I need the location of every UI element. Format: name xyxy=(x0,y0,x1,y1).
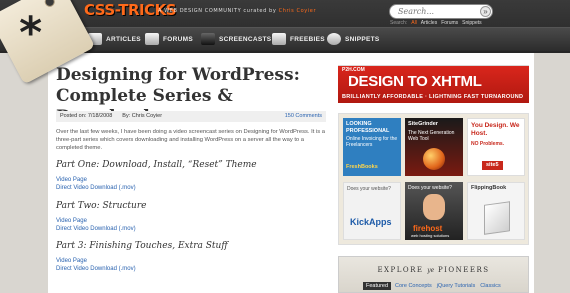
nav-label: FORUMS xyxy=(163,35,193,43)
ad-freshbooks[interactable]: LOOKING PROFESSIONAL Online Invoicing fo… xyxy=(343,118,401,176)
ad-firehost[interactable]: Does your website? firehost web hosting … xyxy=(405,182,463,240)
search-scope: Search: All Articles Forums Snippets xyxy=(390,20,482,26)
snippets-icon xyxy=(327,33,341,45)
asterisk-icon: * xyxy=(19,7,43,59)
agent-face-icon xyxy=(423,194,445,220)
ad-kickapps[interactable]: Does your website? KickApps xyxy=(343,182,401,240)
ad-brand: site5 xyxy=(482,161,503,170)
globe-icon xyxy=(423,148,445,170)
tag-hole xyxy=(42,0,57,9)
ad-line1: LOOKING PROFESSIONAL xyxy=(346,121,390,134)
ad-line1: Does your website? xyxy=(408,185,452,191)
nav-item-forums[interactable]: FORUMS xyxy=(145,30,193,48)
explore-panel: EXPLORE ye PIONEERS Featured Core Concep… xyxy=(338,256,529,293)
post-date: Posted on: 7/18/2008 xyxy=(60,113,113,119)
part-three-video-page-link[interactable]: Video Page xyxy=(56,258,87,264)
explore-tabs: Featured Core Concepts jQuery Tutorials … xyxy=(363,282,502,290)
part-one-download-link[interactable]: Direct Video Download (.mov) xyxy=(56,185,136,191)
nav-label: SCREENCASTS xyxy=(219,35,272,43)
explore-title: EXPLORE ye PIONEERS xyxy=(339,266,528,274)
search-scope-snippets[interactable]: Snippets xyxy=(462,20,481,26)
nav-label: SNIPPETS xyxy=(345,35,380,43)
post-intro: Over the last few weeks, I have been doi… xyxy=(56,129,325,151)
nav-item-snippets[interactable]: SNIPPETS xyxy=(327,30,380,48)
ad-line2: web hosting solutions xyxy=(411,233,450,238)
part-one-heading: Part One: Download, Install, “Reset” The… xyxy=(56,160,257,170)
nav-item-screencasts[interactable]: SCREENCASTS xyxy=(201,30,271,48)
ad-line2: The Next Generation Web Tool xyxy=(408,130,455,142)
sidebar: P2H.COM DESIGN TO XHTML BRILLIANTLY AFFO… xyxy=(334,53,534,293)
part-two-download-link[interactable]: Direct Video Download (.mov) xyxy=(56,226,136,232)
design-to-xhtml-banner[interactable]: P2H.COM DESIGN TO XHTML BRILLIANTLY AFFO… xyxy=(338,65,529,103)
tab-core-concepts[interactable]: Core Concepts xyxy=(394,282,433,290)
search-scope-forums[interactable]: Forums xyxy=(441,20,458,26)
part-two-heading: Part Two: Structure xyxy=(56,201,147,211)
banner-subline: BRILLIANTLY AFFORDABLE · LIGHTNING FAST … xyxy=(342,94,524,100)
part-two-video-page-link[interactable]: Video Page xyxy=(56,218,87,224)
part-three-heading: Part 3: Finishing Touches, Extra Stuff xyxy=(56,241,228,251)
ad-line2: NO Problems. xyxy=(471,141,505,147)
post-meta: Posted on: 7/18/2008 By: Chris Coyier 15… xyxy=(56,111,326,122)
ad-site5[interactable]: You Design. We Host. NO Problems. site5 xyxy=(467,118,525,176)
ad-brand: firehost xyxy=(413,224,443,233)
search-scope-label: Search: xyxy=(390,20,408,26)
tagline-author-link[interactable]: Chris Coyier xyxy=(279,8,317,14)
book-icon xyxy=(484,201,510,235)
ad-brand: FreshBooks xyxy=(346,164,378,170)
ad-flippingbook[interactable]: FlippingBook xyxy=(467,182,525,240)
tab-featured[interactable]: Featured xyxy=(363,282,392,290)
forums-icon xyxy=(145,33,159,45)
tab-jquery-tutorials[interactable]: jQuery Tutorials xyxy=(436,282,477,290)
screencasts-icon xyxy=(201,33,215,45)
nav-label: FREEBIES xyxy=(290,35,325,43)
nav-item-articles[interactable]: ARTICLES xyxy=(88,30,141,48)
ad-brand: KickApps xyxy=(350,217,392,227)
ad-sitegrinder[interactable]: SiteGrinder The Next Generation Web Tool xyxy=(405,118,463,176)
tab-classics[interactable]: Classics xyxy=(479,282,501,290)
site-tagline: A WEB DESIGN COMMUNITY curated by Chris … xyxy=(158,8,316,14)
post-author: By: Chris Coyier xyxy=(122,113,163,119)
tagline-text: A WEB DESIGN COMMUNITY curated by xyxy=(158,8,277,14)
nav-label: ARTICLES xyxy=(106,35,141,43)
ad-line2: Online Invoicing for the Freelancers xyxy=(346,136,398,148)
ad-line1: FlippingBook xyxy=(471,185,507,191)
explore-title-a: EXPLORE xyxy=(377,266,424,274)
ad-line1: You Design. We Host. xyxy=(471,122,520,137)
ad-line1: Does your website? xyxy=(347,186,391,192)
nav-item-freebies[interactable]: FREEBIES xyxy=(272,30,325,48)
search-input[interactable]: Search... xyxy=(389,4,493,19)
ad-line1: SiteGrinder xyxy=(408,121,438,127)
ad-grid: LOOKING PROFESSIONAL Online Invoicing fo… xyxy=(338,113,529,245)
comments-link[interactable]: 150 Comments xyxy=(285,113,322,120)
main-content: Designing for WordPress: Complete Series… xyxy=(48,53,338,293)
banner-headline: DESIGN TO XHTML xyxy=(348,73,482,90)
search-submit-button[interactable]: » xyxy=(480,6,491,17)
explore-title-b: PIONEERS xyxy=(437,266,490,274)
explore-title-em: ye xyxy=(427,267,435,274)
search-scope-articles[interactable]: Articles xyxy=(421,20,437,26)
search-scope-all[interactable]: All xyxy=(411,20,417,26)
freebies-icon xyxy=(272,33,286,45)
part-three-download-link[interactable]: Direct Video Download (.mov) xyxy=(56,266,136,272)
part-one-video-page-link[interactable]: Video Page xyxy=(56,177,87,183)
